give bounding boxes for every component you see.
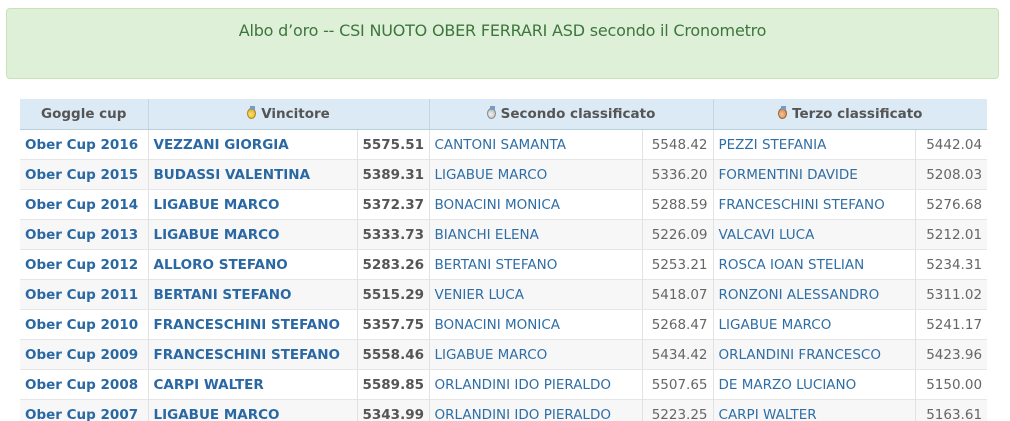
second-time: 5288.59 — [641, 189, 714, 220]
winner-name-link[interactable]: LIGABUE MARCO — [147, 399, 357, 421]
header-third[interactable]: Terzo classificato — [712, 99, 987, 130]
cup-link[interactable]: Ober Cup 2009 — [20, 339, 148, 370]
table-row: Ober Cup 2014 LIGABUE MARCO 5372.37 BONACIN… — [20, 189, 987, 220]
silver-medal-icon — [486, 106, 496, 119]
bronze-medal-icon — [778, 106, 788, 119]
table-row: Ober Cup 2015 BUDASSI VALENTINA 5389.31 LIG… — [20, 159, 987, 190]
second-time: 5418.07 — [641, 279, 714, 310]
second-time: 5548.42 — [641, 129, 714, 160]
winner-time: 5343.99 — [356, 399, 429, 421]
cup-link[interactable]: Ober Cup 2016 — [20, 129, 148, 160]
winner-name-link[interactable]: FRANCESCHINI STEFANO — [147, 309, 357, 340]
winner-time: 5558.46 — [356, 339, 429, 370]
table-header-row: Goggle cup Vincitore Secondo classificat… — [20, 99, 987, 130]
table-row: Ober Cup 2012 ALLORO STEFANO 5283.26 BERTAN… — [20, 249, 987, 280]
cup-link[interactable]: Ober Cup 2008 — [20, 369, 148, 400]
second-name-link[interactable]: CANTONI SAMANTA — [428, 129, 642, 160]
second-time: 5434.42 — [641, 339, 714, 370]
winner-name-link[interactable]: BERTANI STEFANO — [147, 279, 357, 310]
winner-time: 5389.31 — [356, 159, 429, 190]
winner-name-link[interactable]: ALLORO STEFANO — [147, 249, 357, 280]
header-winner[interactable]: Vincitore — [147, 99, 429, 130]
table-row: Ober Cup 2016 VEZZANI GIORGIA 5575.51 CANTO… — [20, 129, 987, 160]
third-time: 5442.04 — [914, 129, 987, 160]
second-time: 5336.20 — [641, 159, 714, 190]
third-name-link[interactable]: RONZONI ALESSANDRO — [712, 279, 916, 310]
title-banner: Albo d’oro -- CSI NUOTO OBER FERRARI ASD… — [6, 8, 999, 79]
winner-time: 5333.73 — [356, 219, 429, 250]
cup-link[interactable]: Ober Cup 2015 — [20, 159, 148, 190]
winner-name-link[interactable]: LIGABUE MARCO — [147, 189, 357, 220]
third-time: 5423.96 — [914, 339, 987, 370]
results-table-container: Goggle cup Vincitore Secondo classificat… — [20, 99, 987, 421]
third-name-link[interactable]: FRANCESCHINI STEFANO — [712, 189, 916, 220]
winner-name-link[interactable]: FRANCESCHINI STEFANO — [147, 339, 357, 370]
second-time: 5223.25 — [641, 399, 714, 421]
winner-name-link[interactable]: VEZZANI GIORGIA — [147, 129, 357, 160]
cup-link[interactable]: Ober Cup 2011 — [20, 279, 148, 310]
third-time: 5241.17 — [914, 309, 987, 340]
cup-link[interactable]: Ober Cup 2014 — [20, 189, 148, 220]
third-time: 5212.01 — [914, 219, 987, 250]
second-name-link[interactable]: LIGABUE MARCO — [428, 339, 642, 370]
third-time: 5276.68 — [914, 189, 987, 220]
table-row: Ober Cup 2007 LIGABUE MARCO 5343.99 ORLANDI… — [20, 399, 987, 421]
winner-time: 5283.26 — [356, 249, 429, 280]
third-name-link[interactable]: ORLANDINI FRANCESCO — [712, 339, 916, 370]
third-name-link[interactable]: DE MARZO LUCIANO — [712, 369, 916, 400]
winner-time: 5357.75 — [356, 309, 429, 340]
page-title: Albo d’oro -- CSI NUOTO OBER FERRARI ASD… — [238, 21, 767, 40]
third-time: 5234.31 — [914, 249, 987, 280]
winner-name-link[interactable]: BUDASSI VALENTINA — [147, 159, 357, 190]
second-name-link[interactable]: LIGABUE MARCO — [428, 159, 642, 190]
cup-link[interactable]: Ober Cup 2010 — [20, 309, 148, 340]
third-name-link[interactable]: VALCAVI LUCA — [712, 219, 916, 250]
winner-name-link[interactable]: LIGABUE MARCO — [147, 219, 357, 250]
winner-time: 5515.29 — [356, 279, 429, 310]
third-time: 5150.00 — [914, 369, 987, 400]
table-body: Ober Cup 2016 VEZZANI GIORGIA 5575.51 CANTO… — [20, 129, 987, 421]
third-name-link[interactable]: LIGABUE MARCO — [712, 309, 916, 340]
table-row: Ober Cup 2008 CARPI WALTER 5589.85 ORLANDIN… — [20, 369, 987, 400]
third-time: 5311.02 — [914, 279, 987, 310]
second-name-link[interactable]: BERTANI STEFANO — [428, 249, 642, 280]
gold-medal-icon — [247, 106, 257, 119]
third-name-link[interactable]: PEZZI STEFANIA — [712, 129, 916, 160]
header-label: Goggle cup — [41, 106, 127, 122]
cup-link[interactable]: Ober Cup 2013 — [20, 219, 148, 250]
second-name-link[interactable]: VENIER LUCA — [428, 279, 642, 310]
second-time: 5253.21 — [641, 249, 714, 280]
table-row: Ober Cup 2013 LIGABUE MARCO 5333.73 BIANCHI… — [20, 219, 987, 250]
winner-name-link[interactable]: CARPI WALTER — [147, 369, 357, 400]
second-time: 5507.65 — [641, 369, 714, 400]
table-row: Ober Cup 2009 FRANCESCHINI STEFANO 5558.46… — [20, 339, 987, 370]
winner-time: 5575.51 — [356, 129, 429, 160]
header-label: Vincitore — [261, 106, 330, 122]
third-name-link[interactable]: FORMENTINI DAVIDE — [712, 159, 916, 190]
results-table: Goggle cup Vincitore Secondo classificat… — [20, 99, 987, 421]
second-time: 5226.09 — [641, 219, 714, 250]
second-name-link[interactable]: BONACINI MONICA — [428, 309, 642, 340]
header-goggle-cup[interactable]: Goggle cup — [20, 99, 148, 130]
table-row: Ober Cup 2011 BERTANI STEFANO 5515.29 VENIE… — [20, 279, 987, 310]
winner-time: 5589.85 — [356, 369, 429, 400]
third-time: 5163.61 — [914, 399, 987, 421]
second-name-link[interactable]: BIANCHI ELENA — [428, 219, 642, 250]
third-time: 5208.03 — [914, 159, 987, 190]
cup-link[interactable]: Ober Cup 2012 — [20, 249, 148, 280]
winner-time: 5372.37 — [356, 189, 429, 220]
cup-link[interactable]: Ober Cup 2007 — [20, 399, 148, 421]
second-name-link[interactable]: ORLANDINI IDO PIERALDO — [428, 369, 642, 400]
second-name-link[interactable]: ORLANDINI IDO PIERALDO — [428, 399, 642, 421]
header-label: Terzo classificato — [792, 106, 923, 122]
second-time: 5268.47 — [641, 309, 714, 340]
header-label: Secondo classificato — [500, 106, 656, 122]
header-second[interactable]: Secondo classificato — [428, 99, 714, 130]
table-row: Ober Cup 2010 FRANCESCHINI STEFANO 5357.75… — [20, 309, 987, 340]
third-name-link[interactable]: ROSCA IOAN STELIAN — [712, 249, 916, 280]
second-name-link[interactable]: BONACINI MONICA — [428, 189, 642, 220]
third-name-link[interactable]: CARPI WALTER — [712, 399, 916, 421]
